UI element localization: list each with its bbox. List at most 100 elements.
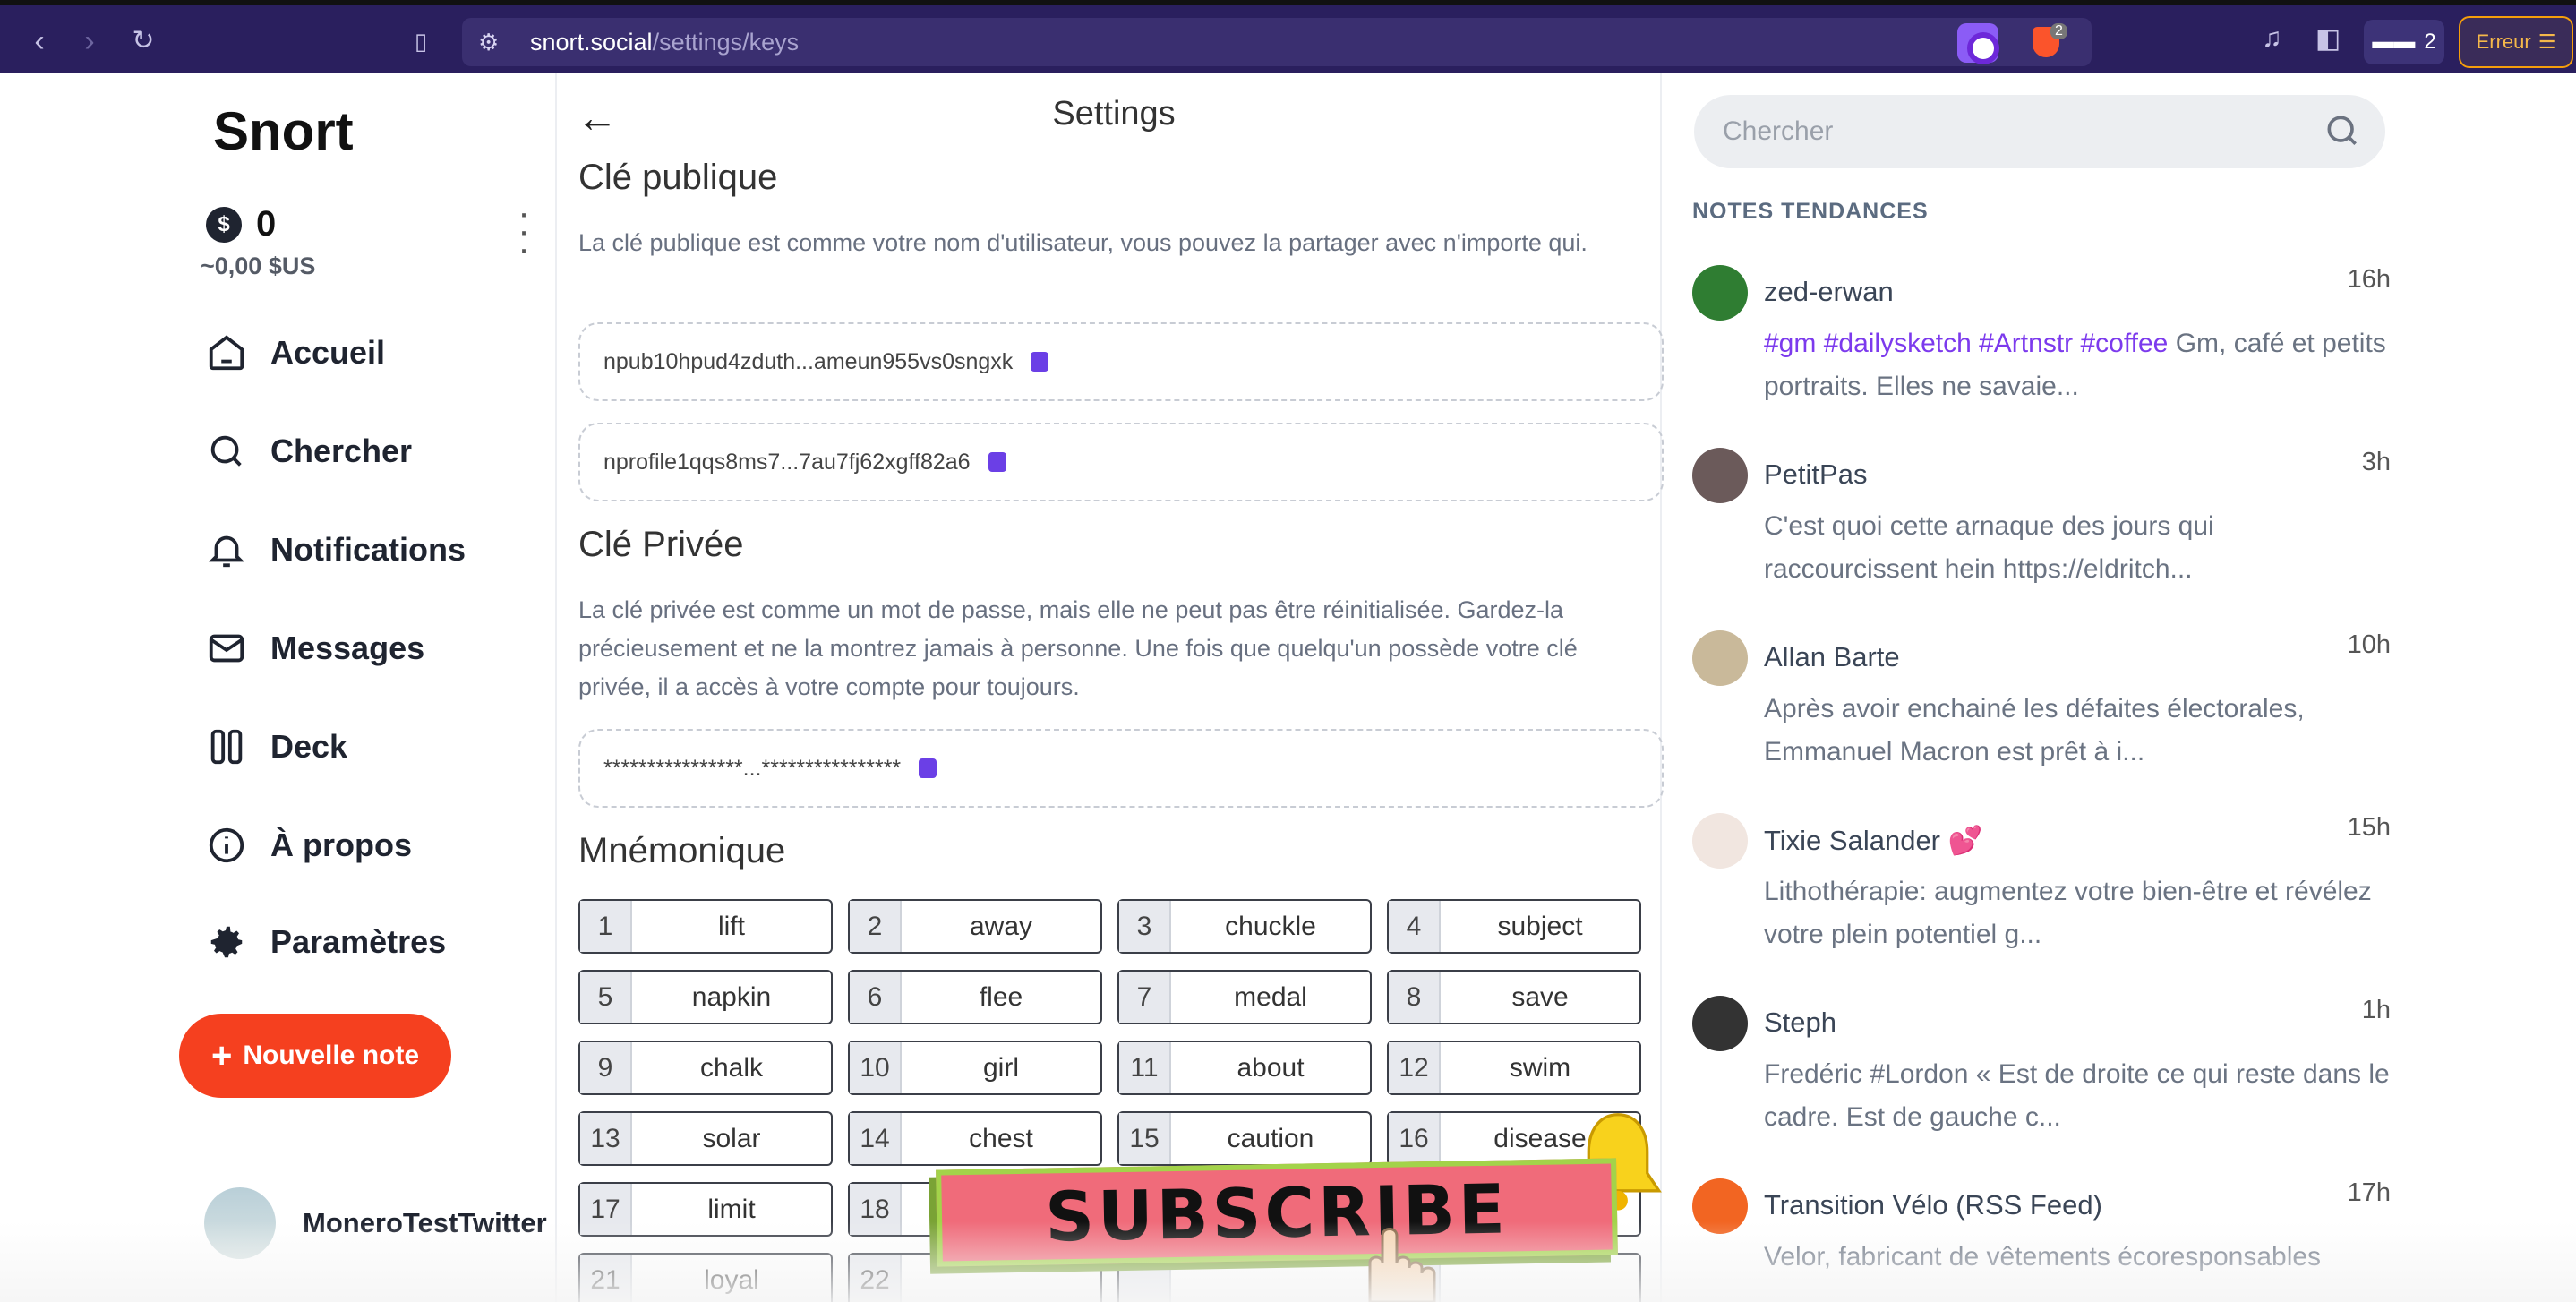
columns-icon (204, 724, 249, 769)
subscribe-overlay[interactable]: SUBSCRIBE (936, 1158, 1618, 1267)
mnemonic-word-text: swim (1509, 1052, 1571, 1083)
mnemonic-word: 11 about (1117, 1041, 1372, 1095)
page-title: Settings (1052, 95, 1176, 133)
avatar[interactable] (1692, 448, 1748, 503)
note-body: C'est quoi cette arnaque des jours qui r… (1764, 511, 2214, 584)
mnemonic-word: 5 napkin (578, 970, 833, 1024)
mail-icon (204, 626, 249, 671)
note-time: 16h (2347, 265, 2391, 294)
avatar[interactable] (1692, 996, 1748, 1051)
sidebar-toggle-icon[interactable]: ◧ (2315, 23, 2341, 55)
mnemonic-index: 12 (1389, 1042, 1441, 1093)
mnemonic-word-text: loyal (704, 1264, 759, 1295)
balance-fiat: ~0,00 $US (201, 253, 316, 279)
avatar[interactable] (1692, 630, 1748, 686)
search-input[interactable]: Chercher (1694, 95, 2385, 168)
mnemonic-word-text: chuckle (1225, 911, 1316, 941)
reload-icon[interactable]: ↻ (125, 23, 161, 59)
mnemonic-index: 1 (580, 901, 632, 952)
mnemonic-word: 17 limit (578, 1182, 833, 1237)
mnemonic-word-text: caution (1227, 1123, 1314, 1153)
copy-icon[interactable] (1031, 352, 1049, 372)
mnemonic-index: 3 (1119, 901, 1171, 952)
url-text[interactable]: snort.social/settings/keys (530, 29, 799, 56)
mnemonic-index: 9 (580, 1042, 632, 1093)
note-time: 10h (2347, 630, 2391, 659)
sidebar-item-label: Paramètres (270, 923, 447, 960)
mnemonic-word-text: about (1237, 1052, 1305, 1083)
note-author[interactable]: Tixie Salander 💕 (1764, 824, 1982, 857)
wallet-button[interactable]: ▬▬ 2 (2364, 20, 2444, 64)
trending-panel: Chercher NOTES TENDANCES zed-erwan 16h #gm… (1664, 73, 2576, 1302)
note-body: Velor, fabricant de vêtements écorespons… (1764, 1242, 2322, 1272)
app-logo[interactable]: Snort (213, 100, 354, 162)
browser-toolbar: ‹ › ↻ ▯ ⚙ snort.social/settings/keys 2 ♫… (0, 0, 2576, 73)
search-icon (204, 429, 249, 474)
nsec-value: ****************...**************** (603, 755, 902, 781)
media-icon[interactable]: ♫ (2262, 23, 2282, 54)
note-author[interactable]: zed-erwan (1764, 276, 1894, 308)
sidebar-item-messages[interactable]: Messages (204, 621, 424, 675)
error-label: Erreur (2476, 30, 2531, 53)
mnemonic-index: 5 (580, 972, 632, 1023)
bookmark-icon[interactable]: ▯ (403, 23, 439, 59)
sidebar-item-notifications[interactable]: Notifications (204, 523, 466, 577)
mnemonic-word: 15 caution (1117, 1111, 1372, 1166)
mnemonic-word: 13 solar (578, 1111, 833, 1166)
mnemonic-index: 10 (850, 1042, 902, 1093)
sidebar-item-chercher[interactable]: Chercher (204, 424, 412, 478)
avatar[interactable] (1692, 1178, 1748, 1234)
public-key-description: La clé publique est comme votre nom d'ut… (578, 229, 1588, 256)
note-text: Lithothérapie: augmentez votre bien-être… (1764, 870, 2391, 956)
nprofile-field[interactable]: nprofile1qqs8ms7...7au7fj62xgff82a6 (578, 423, 1664, 501)
note-author[interactable]: Steph (1764, 1006, 1836, 1039)
copy-icon[interactable] (919, 758, 937, 778)
wallet-balance[interactable]: $ 0 (206, 204, 276, 244)
mnemonic-word: 6 flee (848, 970, 1102, 1024)
mnemonic-index: 6 (850, 972, 902, 1023)
error-menu-button[interactable]: Erreur ☰ (2459, 16, 2573, 68)
extension-icon[interactable] (1957, 23, 1999, 64)
nprofile-value: nprofile1qqs8ms7...7au7fj62xgff82a6 (603, 449, 971, 475)
mnemonic-index: 7 (1119, 972, 1171, 1023)
mnemonic-word-text: medal (1234, 981, 1307, 1012)
mnemonic-word-text: lift (718, 911, 745, 941)
mnemonic-word-text: subject (1497, 911, 1583, 941)
avatar[interactable] (1692, 813, 1748, 869)
address-bar[interactable]: ⚙ snort.social/settings/keys (462, 18, 2092, 66)
site-settings-icon[interactable]: ⚙ (478, 29, 509, 56)
brave-shield-icon[interactable]: 2 (2025, 23, 2067, 63)
search-placeholder: Chercher (1723, 116, 1834, 146)
search-icon[interactable] (2323, 111, 2362, 158)
note-author[interactable]: PetitPas (1764, 458, 1867, 491)
note-author[interactable]: Allan Barte (1764, 641, 1900, 673)
profile-card[interactable]: MoneroTestTwitter (204, 1187, 547, 1259)
private-key-description: La clé privée est comme un mot de passe,… (578, 596, 1578, 700)
mnemonic-word: 21 loyal (578, 1253, 833, 1302)
mnemonic-index: 2 (850, 901, 902, 952)
sidebar: Snort $ 0 ~0,00 $US · · · Accueil Chercher… (0, 73, 557, 1302)
copy-icon[interactable] (988, 452, 1006, 472)
back-nav-icon[interactable]: ‹ (21, 23, 57, 59)
mnemonic-word: 7 medal (1117, 970, 1372, 1024)
mnemonic-word-text: flee (979, 981, 1023, 1012)
forward-nav-icon[interactable]: › (72, 23, 107, 59)
sidebar-item-parametres[interactable]: Paramètres (204, 915, 446, 969)
note-text: Fredéric #Lordon « Est de droite ce qui … (1764, 1053, 2391, 1139)
note-author[interactable]: Transition Vélo (RSS Feed) (1764, 1189, 2102, 1221)
mnemonic-word: 10 girl (848, 1041, 1102, 1095)
more-options-icon[interactable]: · · · (510, 195, 537, 267)
sidebar-item-deck[interactable]: Deck (204, 720, 347, 774)
wallet-count: 2 (2424, 30, 2436, 54)
mnemonic-word: 8 save (1387, 970, 1641, 1024)
sidebar-item-label: Notifications (270, 531, 466, 568)
sidebar-item-a-propos[interactable]: À propos (204, 818, 412, 872)
npub-field[interactable]: npub10hpud4zduth...ameun955vs0sngxk (578, 322, 1664, 401)
mnemonic-index: 22 (850, 1255, 902, 1302)
mnemonic-word-text: girl (982, 1052, 1019, 1083)
new-note-button[interactable]: + Nouvelle note (179, 1014, 451, 1098)
nsec-field[interactable]: ****************...**************** (578, 729, 1664, 808)
sidebar-item-accueil[interactable]: Accueil (204, 326, 385, 380)
avatar[interactable] (1692, 265, 1748, 321)
note-hashtags[interactable]: #gm #dailysketch #Artnstr #coffee (1764, 329, 2168, 358)
